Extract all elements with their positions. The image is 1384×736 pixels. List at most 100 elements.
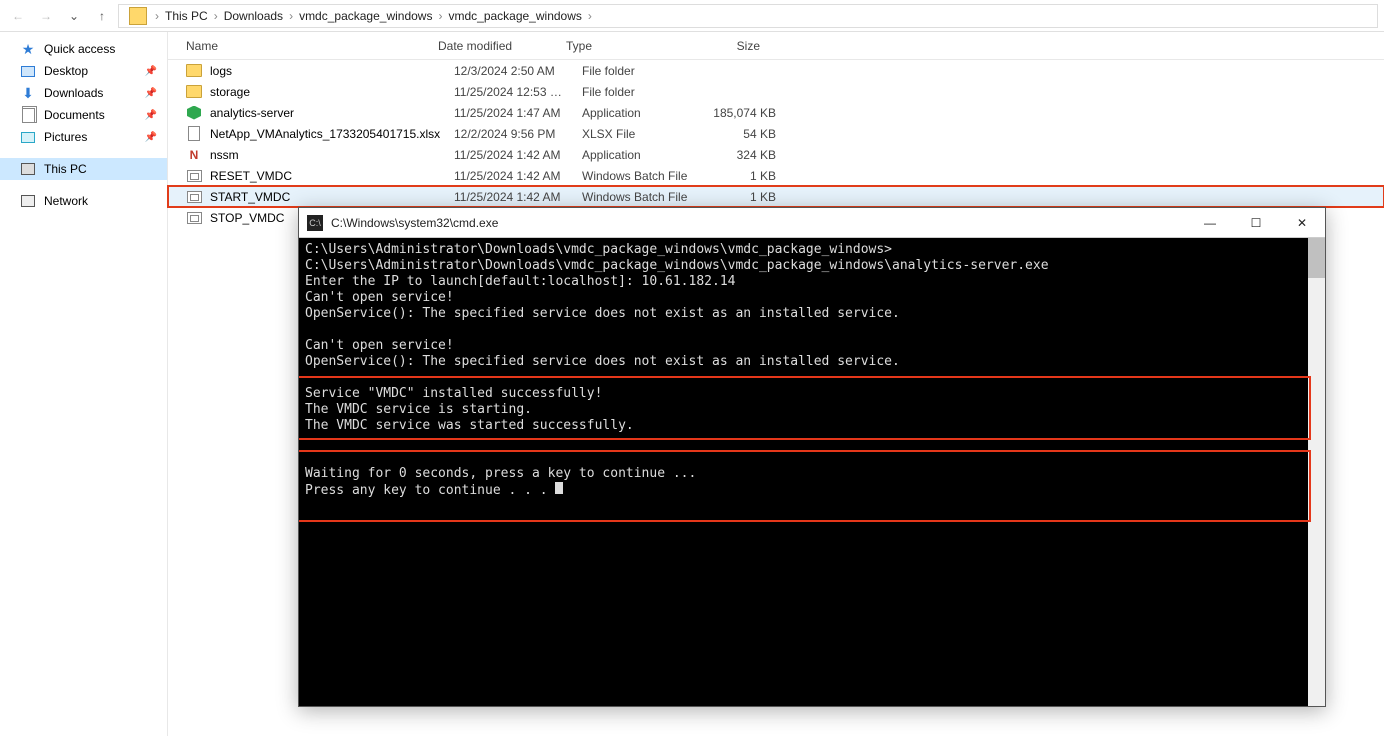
- file-date: 11/25/2024 1:42 AM: [454, 169, 582, 183]
- file-type: Application: [582, 148, 706, 162]
- file-name: NetApp_VMAnalytics_1733205401715.xlsx: [210, 127, 454, 141]
- file-size: 324 KB: [706, 148, 786, 162]
- cmd-line: [305, 370, 1319, 386]
- sidebar-item-network[interactable]: Network: [0, 190, 167, 212]
- cmd-line: Can't open service!: [305, 290, 1319, 306]
- file-date: 11/25/2024 1:42 AM: [454, 148, 582, 162]
- sidebar-item-label: Documents: [44, 108, 105, 122]
- nav-recent-dropdown[interactable]: ⌄: [62, 4, 86, 28]
- folder-icon: [186, 63, 202, 79]
- file-row[interactable]: logs12/3/2024 2:50 AMFile folder: [168, 60, 1384, 81]
- cmd-line: OpenService(): The specified service doe…: [305, 306, 1319, 322]
- cmd-line: The VMDC service was started successfull…: [305, 418, 1319, 434]
- cmd-line: Enter the IP to launch[default:localhost…: [305, 274, 1319, 290]
- chevron-right-icon: ›: [438, 9, 442, 23]
- sidebar-item-this-pc[interactable]: This PC: [0, 158, 167, 180]
- bat-icon: [186, 168, 202, 184]
- sidebar-item-pictures[interactable]: Pictures 📌: [0, 126, 167, 148]
- file-name: RESET_VMDC: [210, 169, 454, 183]
- column-header-date[interactable]: Date modified: [438, 39, 566, 53]
- file-row[interactable]: RESET_VMDC11/25/2024 1:42 AMWindows Batc…: [168, 165, 1384, 186]
- sidebar-item-downloads[interactable]: ⬇ Downloads 📌: [0, 82, 167, 104]
- cursor: [555, 482, 563, 494]
- sidebar-item-quick-access[interactable]: ★ Quick access: [0, 38, 167, 60]
- nav-forward-button[interactable]: →: [34, 4, 58, 28]
- bat-icon: [186, 189, 202, 205]
- file-size: 1 KB: [706, 190, 786, 204]
- cmd-window[interactable]: C:\ C:\Windows\system32\cmd.exe — ☐ ✕ C:…: [298, 207, 1326, 707]
- minimize-button[interactable]: —: [1187, 208, 1233, 238]
- nav-up-button[interactable]: ↑: [90, 4, 114, 28]
- file-row[interactable]: storage11/25/2024 12:53 …File folder: [168, 81, 1384, 102]
- sidebar-item-label: Quick access: [44, 42, 115, 56]
- green-icon: [186, 105, 202, 121]
- file-type: File folder: [582, 85, 706, 99]
- crumb-downloads[interactable]: Downloads: [222, 9, 285, 23]
- sidebar-item-label: This PC: [44, 162, 87, 176]
- chevron-right-icon: ›: [155, 9, 159, 23]
- column-header-name[interactable]: Name: [168, 39, 438, 53]
- file-size: 54 KB: [706, 127, 786, 141]
- crumb-folder-1[interactable]: vmdc_package_windows: [297, 9, 434, 23]
- cmd-line: OpenService(): The specified service doe…: [305, 354, 1319, 370]
- file-date: 11/25/2024 1:42 AM: [454, 190, 582, 204]
- crumb-folder-2[interactable]: vmdc_package_windows: [446, 9, 583, 23]
- scrollbar-thumb[interactable]: [1308, 238, 1325, 278]
- column-header-type[interactable]: Type: [566, 39, 690, 53]
- cmd-output[interactable]: C:\Users\Administrator\Downloads\vmdc_pa…: [299, 238, 1325, 706]
- file-name: storage: [210, 85, 454, 99]
- navigation-pane: ★Quick accessDesktop📌⬇Downloads📌Document…: [0, 32, 168, 736]
- cmd-line: [305, 450, 1319, 466]
- cmd-line: Press any key to continue . . .: [305, 482, 1319, 499]
- cmd-line: [305, 434, 1319, 450]
- sidebar-item-documents[interactable]: Documents 📌: [0, 104, 167, 126]
- file-row[interactable]: Nnssm11/25/2024 1:42 AMApplication324 KB: [168, 144, 1384, 165]
- crumb-this-pc[interactable]: This PC: [163, 9, 210, 23]
- file-row[interactable]: NetApp_VMAnalytics_1733205401715.xlsx12/…: [168, 123, 1384, 144]
- chevron-right-icon: ›: [588, 9, 592, 23]
- column-header-size[interactable]: Size: [690, 39, 770, 53]
- pc-icon: [20, 161, 36, 177]
- pin-icon: 📌: [145, 110, 157, 121]
- file-type: XLSX File: [582, 127, 706, 141]
- file-date: 11/25/2024 1:47 AM: [454, 106, 582, 120]
- nav-back-button[interactable]: ←: [6, 4, 30, 28]
- file-size: 185,074 KB: [706, 106, 786, 120]
- scrollbar[interactable]: [1308, 238, 1325, 706]
- down-icon: ⬇: [20, 85, 36, 101]
- file-date: 12/2/2024 9:56 PM: [454, 127, 582, 141]
- breadcrumb[interactable]: › This PC › Downloads › vmdc_package_win…: [118, 4, 1378, 28]
- file-row[interactable]: analytics-server11/25/2024 1:47 AMApplic…: [168, 102, 1384, 123]
- file-size: 1 KB: [706, 169, 786, 183]
- sidebar-item-label: Downloads: [44, 86, 103, 100]
- pin-icon: 📌: [145, 132, 157, 143]
- file-name: analytics-server: [210, 106, 454, 120]
- star-icon: ★: [20, 41, 36, 57]
- pic-icon: [20, 129, 36, 145]
- sidebar-item-desktop[interactable]: Desktop📌: [0, 60, 167, 82]
- file-name: nssm: [210, 148, 454, 162]
- chevron-right-icon: ›: [214, 9, 218, 23]
- n-icon: N: [186, 147, 202, 163]
- file-date: 12/3/2024 2:50 AM: [454, 64, 582, 78]
- file-type: Windows Batch File: [582, 169, 706, 183]
- file-row[interactable]: START_VMDC11/25/2024 1:42 AMWindows Batc…: [168, 186, 1384, 207]
- cmd-line: C:\Users\Administrator\Downloads\vmdc_pa…: [305, 258, 1319, 274]
- monitor-icon: [20, 63, 36, 79]
- file-date: 11/25/2024 12:53 …: [454, 85, 582, 99]
- address-bar: ← → ⌄ ↑ › This PC › Downloads › vmdc_pac…: [0, 0, 1384, 32]
- chevron-right-icon: ›: [289, 9, 293, 23]
- sidebar-item-label: Pictures: [44, 130, 87, 144]
- cmd-line: The VMDC service is starting.: [305, 402, 1319, 418]
- pin-icon: 📌: [145, 88, 157, 99]
- column-headers: Name Date modified Type Size: [168, 32, 1384, 60]
- bat-icon: [186, 210, 202, 226]
- close-button[interactable]: ✕: [1279, 208, 1325, 238]
- folder-icon: [129, 7, 147, 25]
- cmd-icon: C:\: [307, 215, 323, 231]
- cmd-line: Can't open service!: [305, 338, 1319, 354]
- file-type: File folder: [582, 64, 706, 78]
- cmd-titlebar[interactable]: C:\ C:\Windows\system32\cmd.exe — ☐ ✕: [299, 208, 1325, 238]
- docset-icon: [20, 107, 36, 123]
- maximize-button[interactable]: ☐: [1233, 208, 1279, 238]
